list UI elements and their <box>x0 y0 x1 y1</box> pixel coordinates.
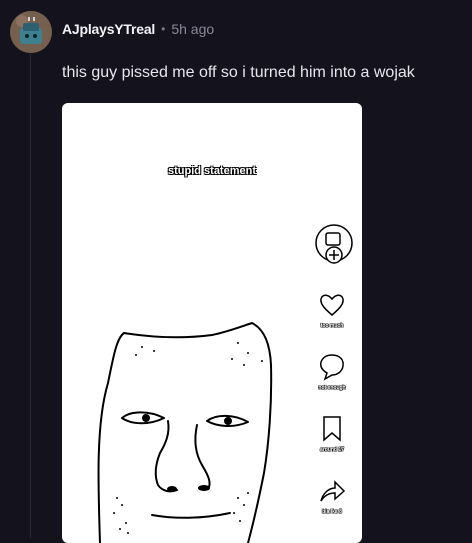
image-caption: stupid statement <box>167 165 256 177</box>
heart-icon[interactable] <box>317 289 347 319</box>
timestamp[interactable]: 5h ago <box>171 21 214 37</box>
comment-header: AJplaysYTreal • 5h ago <box>62 21 214 37</box>
bookmark-icon[interactable] <box>317 413 347 443</box>
comment-image[interactable]: stupid statement too much not enough aro… <box>62 103 362 543</box>
bookmark-count: around 17 <box>320 447 344 453</box>
avatar[interactable] <box>10 11 52 53</box>
share-count: bla lka 8 <box>322 509 342 515</box>
comment-icon[interactable] <box>317 351 347 381</box>
thread-line <box>30 54 31 538</box>
comment-text: this guy pissed me off so i turned him i… <box>62 64 415 81</box>
heart-count: too much <box>320 323 344 329</box>
separator-dot: • <box>161 22 166 36</box>
share-icon[interactable] <box>317 475 347 505</box>
comment-count: not enough <box>318 385 346 391</box>
username-link[interactable]: AJplaysYTreal <box>62 21 155 37</box>
